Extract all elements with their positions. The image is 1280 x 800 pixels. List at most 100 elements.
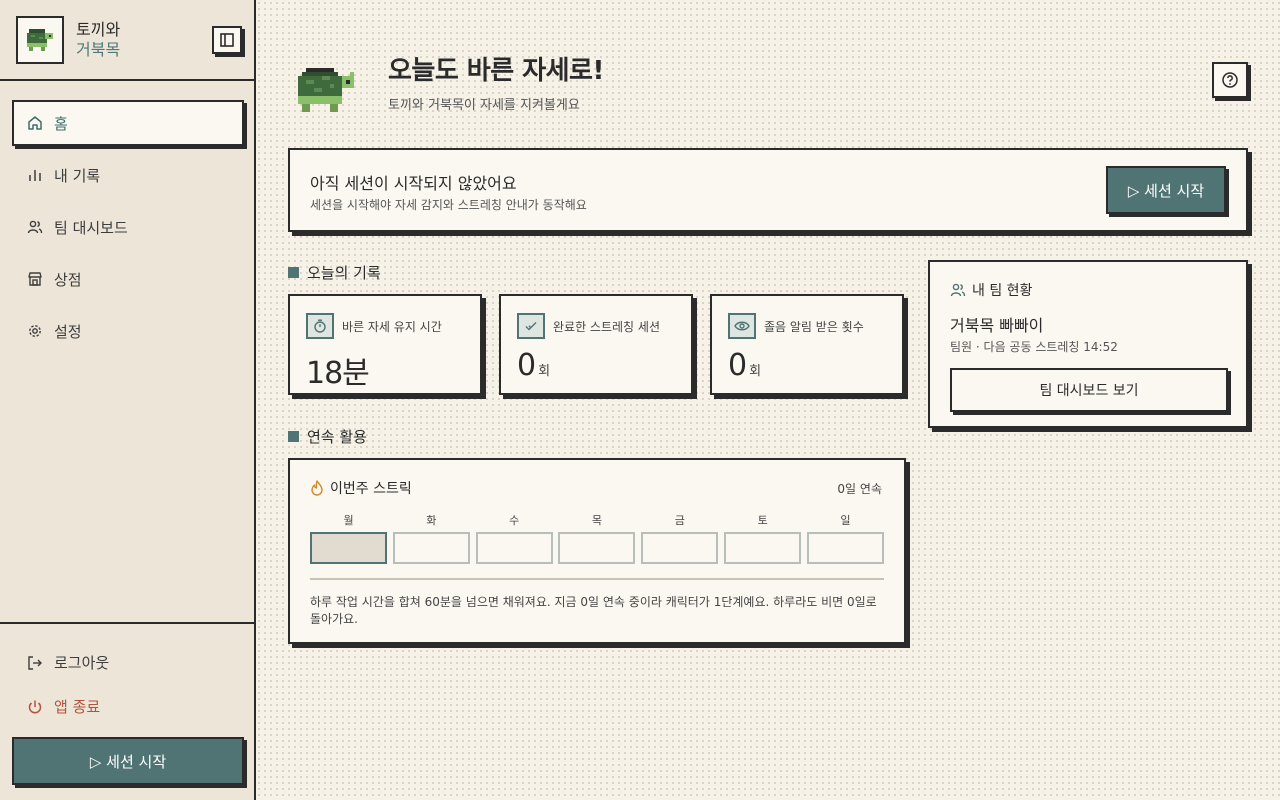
quit-app-label: 앱 종료: [54, 698, 101, 716]
sidebar-item-label: 홈: [54, 114, 68, 133]
users-icon: [950, 282, 966, 298]
view-team-dashboard-button[interactable]: 팀 대시보드 보기: [950, 368, 1228, 412]
brand-header: 토끼와 거북목: [0, 0, 254, 81]
today-records-title: 오늘의 기록: [307, 264, 381, 282]
day-cell: [392, 532, 470, 564]
team-meta: 팀원 · 다음 공동 스트레칭 14:52: [950, 340, 1118, 354]
stat-card-drowsy-alerts: 졸음 알림 받은 횟수 0회: [710, 294, 904, 395]
stat-number: 18분: [306, 356, 370, 391]
section-marker-icon: [288, 431, 299, 442]
day-cell: [558, 532, 636, 564]
team-status-header: 내 팀 현황: [950, 280, 1032, 300]
sidebar-footer: 로그아웃 앱 종료 ▷ 세션 시작: [0, 622, 254, 800]
sidebar-toggle-button[interactable]: [212, 26, 242, 54]
streak-day-mon: 월: [310, 512, 387, 564]
sidebar-nav: 홈 내 기록 팀 대시보드 상점 설정: [12, 100, 244, 360]
streak-day-tue: 화: [392, 512, 470, 564]
streak-note: 하루 작업 시간을 합쳐 60분을 넘으면 채워져요. 지금 0일 연속 중이라…: [310, 595, 877, 626]
brand-name-line2: 거북목: [76, 40, 121, 59]
streak-heading: 연속 활용: [288, 426, 367, 447]
streak-section-title: 연속 활용: [307, 428, 367, 446]
start-session-button[interactable]: ▷ 세션 시작: [1106, 166, 1226, 214]
streak-day-wed: 수: [475, 512, 553, 564]
day-label: 일: [840, 514, 851, 527]
stat-card-stretch-sessions: 완료한 스트레칭 세션 0회: [499, 294, 693, 395]
sidebar-toggle-icon: [220, 33, 234, 47]
day-label: 목: [591, 514, 603, 527]
streak-day-fri: 금: [641, 512, 719, 564]
power-icon: [26, 698, 44, 716]
page-title: 오늘도 바른 자세로!: [388, 56, 604, 86]
store-icon: [26, 270, 44, 288]
brand-name: 토끼와 거북목: [76, 20, 120, 60]
section-marker-icon: [288, 267, 299, 278]
gear-icon: [26, 322, 44, 340]
day-label: 월: [343, 514, 354, 527]
team-name: 거북목 빠빠이: [950, 316, 1044, 335]
day-cell: [475, 532, 553, 564]
turtle-mascot-icon: [294, 64, 362, 120]
sidebar-item-my-records[interactable]: 내 기록: [12, 152, 244, 198]
sidebar-item-label: 내 기록: [54, 166, 101, 185]
timer-icon: [306, 313, 334, 339]
day-cell: [641, 532, 719, 564]
main-content: 오늘도 바른 자세로! 토끼와 거북목이 자세를 지켜볼게요 아직 세션이 시작…: [256, 0, 1280, 800]
logout-label: 로그아웃: [54, 654, 110, 672]
day-label: 금: [674, 514, 685, 527]
brand-name-line1: 토끼와: [76, 20, 121, 39]
session-status-description: 세션을 시작해야 자세 감지와 스트레칭 안내가 동작해요: [310, 198, 587, 212]
sidebar-item-home[interactable]: 홈: [12, 100, 244, 146]
quit-app-button[interactable]: 앱 종료: [26, 696, 100, 717]
logout-button[interactable]: 로그아웃: [26, 652, 109, 673]
stat-label: 완료한 스트레칭 세션: [553, 320, 660, 334]
weekly-streak-card: 이번주 스트릭 0일 연속 월 화 수 목 금 토 일 하루 작업 시간을 합쳐…: [288, 458, 906, 644]
sidebar-item-settings[interactable]: 설정: [12, 308, 244, 354]
logout-icon: [26, 654, 44, 672]
day-cell: [310, 532, 387, 564]
sidebar-item-store[interactable]: 상점: [12, 256, 244, 302]
flame-icon: [310, 480, 324, 496]
users-icon: [26, 218, 44, 236]
stat-value: 0회: [728, 348, 761, 383]
streak-days: 월 화 수 목 금 토 일: [310, 512, 884, 564]
check-icon: [517, 313, 545, 339]
day-cell: [724, 532, 802, 564]
session-status-title: 아직 세션이 시작되지 않았어요: [310, 174, 517, 193]
day-label: 화: [426, 514, 437, 527]
stat-unit: 회: [538, 364, 550, 379]
day-cell: [806, 532, 884, 564]
today-records-heading: 오늘의 기록: [288, 262, 381, 283]
divider: [310, 578, 884, 580]
stat-value: 18분: [306, 348, 372, 392]
stat-label: 바른 자세 유지 시간: [342, 320, 442, 334]
help-button[interactable]: [1212, 62, 1248, 98]
streak-count: 0일 연속: [837, 482, 882, 496]
stat-card-posture-time: 바른 자세 유지 시간 18분: [288, 294, 482, 395]
streak-header: 이번주 스트릭: [310, 478, 412, 498]
stat-unit: 회: [749, 364, 761, 379]
stat-label: 졸음 알림 받은 횟수: [764, 320, 864, 334]
stat-number: 0: [517, 348, 536, 383]
app-window: 토끼와 거북목 홈 내 기록 팀 대시보드 상점 설정 로그아웃 앱 종료 ▷ …: [0, 0, 1280, 800]
streak-day-sat: 토: [724, 512, 802, 564]
page-subtitle: 토끼와 거북목이 자세를 지켜볼게요: [388, 98, 580, 113]
streak-title: 이번주 스트릭: [330, 481, 412, 497]
sidebar-item-label: 팀 대시보드: [54, 218, 128, 237]
streak-day-thu: 목: [558, 512, 636, 564]
sidebar-item-label: 설정: [54, 322, 82, 341]
home-icon: [26, 114, 44, 132]
stat-value: 0회: [517, 348, 550, 383]
sidebar: 토끼와 거북목 홈 내 기록 팀 대시보드 상점 설정 로그아웃 앱 종료 ▷ …: [0, 0, 256, 800]
turtle-logo-icon: [16, 16, 64, 64]
streak-day-sun: 일: [806, 512, 884, 564]
sidebar-start-session-button[interactable]: ▷ 세션 시작: [12, 737, 244, 785]
question-icon: [1222, 72, 1238, 88]
stat-number: 0: [728, 348, 747, 383]
day-label: 토: [757, 514, 768, 527]
session-status-card: 아직 세션이 시작되지 않았어요 세션을 시작해야 자세 감지와 스트레칭 안내…: [288, 148, 1248, 232]
sidebar-item-label: 상점: [54, 270, 82, 289]
team-status-title: 내 팀 현황: [972, 283, 1033, 299]
day-label: 수: [509, 514, 520, 527]
team-status-card: 내 팀 현황 거북목 빠빠이 팀원 · 다음 공동 스트레칭 14:52 팀 대…: [928, 260, 1248, 428]
sidebar-item-team-dashboard[interactable]: 팀 대시보드: [12, 204, 244, 250]
